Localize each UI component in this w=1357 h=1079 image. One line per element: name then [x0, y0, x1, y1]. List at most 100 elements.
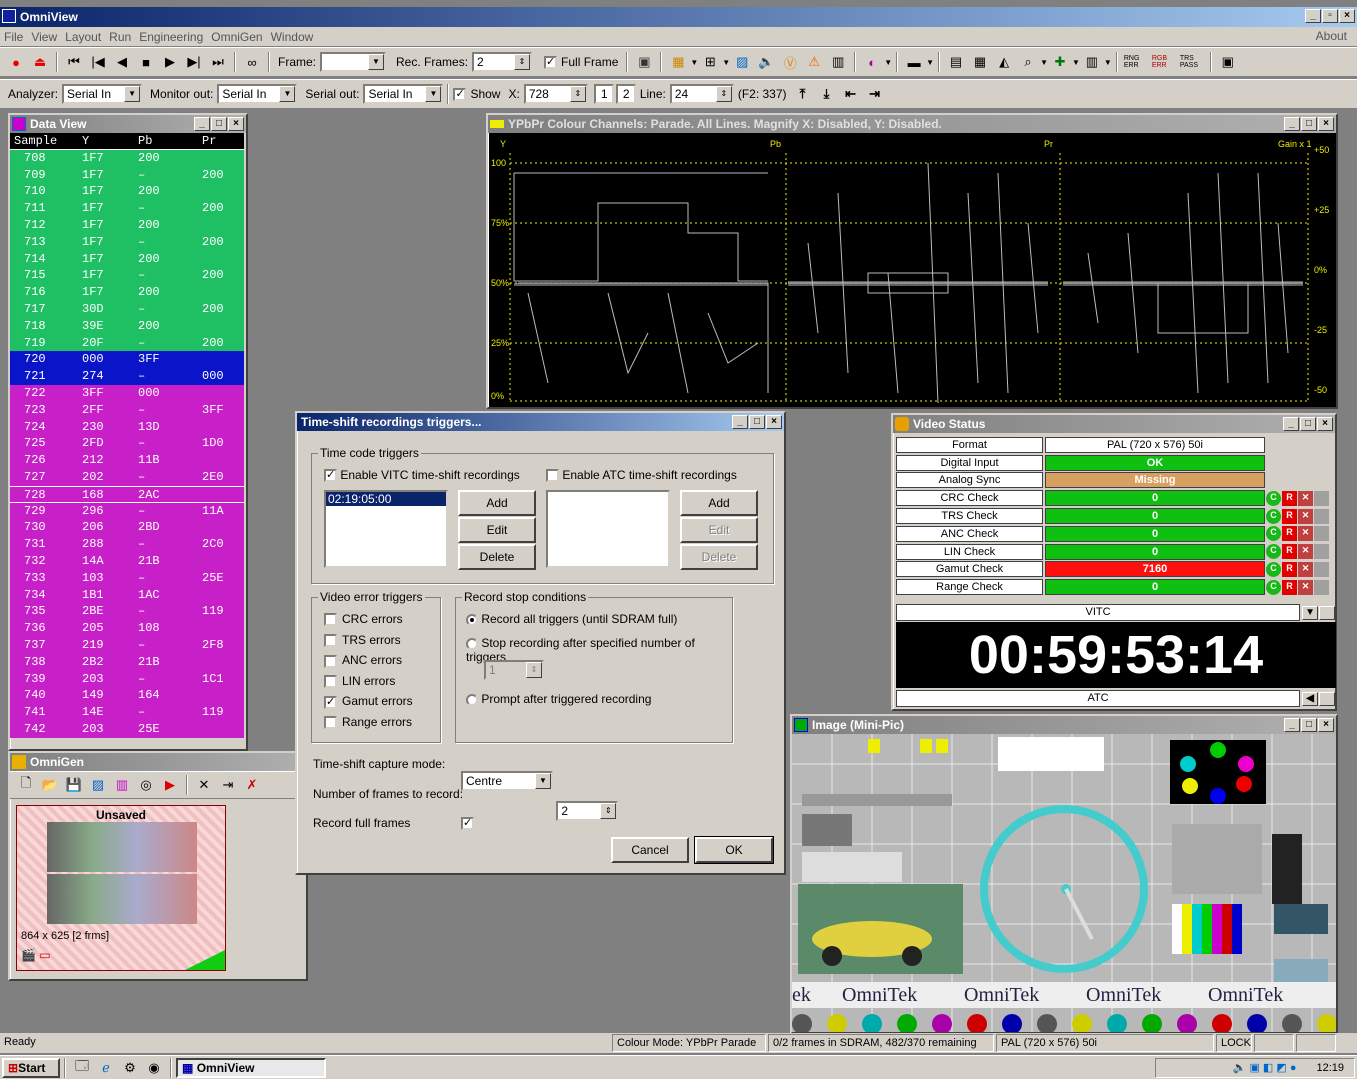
atc-prev-icon[interactable]: ◀ — [1302, 691, 1319, 706]
delete-icon[interactable]: ✕ — [194, 775, 214, 795]
vitc-add-button[interactable]: Add — [458, 490, 536, 516]
waveform-icon[interactable]: ▬ — [904, 52, 924, 72]
desktop-icon[interactable]: 🗔 — [72, 1058, 92, 1078]
rng-err-icon[interactable]: RNG ERR — [1124, 52, 1148, 72]
frame-select[interactable]: ▼ — [320, 52, 387, 72]
bars-icon[interactable]: ▦ — [970, 52, 990, 72]
clear-count-icon[interactable]: C — [1266, 561, 1281, 577]
table-row[interactable]: 736 205 108 — [10, 620, 244, 637]
menu-file[interactable]: File — [4, 30, 23, 44]
minimize-button[interactable]: _ — [1305, 9, 1321, 23]
about-menu[interactable]: About — [1316, 29, 1347, 43]
table-row[interactable]: 727 202–2E0 — [10, 468, 244, 486]
option-icon[interactable] — [1314, 508, 1329, 524]
line-stepper[interactable]: 24 ⇕ — [669, 84, 734, 104]
table-row[interactable]: 712 1F7 200 — [10, 216, 244, 234]
menu-window[interactable]: Window — [271, 30, 314, 44]
stop-icon[interactable]: ■ — [136, 52, 156, 72]
dv-maximize-button[interactable]: □ — [211, 117, 227, 131]
record-icon[interactable]: ● — [6, 52, 26, 72]
capture-icon[interactable]: ▣ — [634, 52, 654, 72]
vitc-delete-button[interactable]: Delete — [458, 544, 536, 570]
clear-count-icon[interactable]: C — [1266, 526, 1281, 542]
table-row[interactable]: 718 39E 200 — [10, 317, 244, 335]
table-row[interactable]: 725 2FD –1D0 — [10, 435, 244, 453]
table-row[interactable]: 732 14A 21B — [10, 552, 244, 570]
export-icon[interactable]: ⇥ — [218, 775, 238, 795]
audio-icon[interactable]: 🔈 — [756, 52, 776, 72]
trs-pass-icon[interactable]: TRS PASS — [1180, 52, 1204, 72]
table-row[interactable]: 730 206 2BD — [10, 519, 244, 537]
last-frame-icon[interactable]: ⏭ — [208, 52, 228, 72]
pattern-controls-icon[interactable]: 🎬 ▭ — [21, 948, 51, 962]
atc-checkbox[interactable] — [546, 469, 559, 483]
reset-icon[interactable]: R — [1282, 490, 1297, 506]
frames-stepper[interactable]: 2 ⇕ — [556, 801, 619, 821]
table-row[interactable]: 709 1F7–200 — [10, 166, 244, 184]
x-stepper[interactable]: 728 ⇕ — [523, 84, 588, 104]
reset-icon[interactable]: R — [1282, 508, 1297, 524]
table-row[interactable]: 711 1F7–200 — [10, 200, 244, 217]
record-all-radio[interactable] — [466, 613, 478, 626]
atc-list[interactable] — [546, 490, 670, 568]
zoom-icon[interactable]: ⌕ — [1018, 52, 1038, 72]
cancel-button[interactable]: Cancel — [611, 837, 689, 863]
capture-mode-select[interactable]: Centre ▼ — [461, 771, 553, 791]
trigger-count-stepper[interactable]: 1 ⇕ — [484, 660, 544, 680]
color-bars-icon[interactable]: ▥ — [112, 775, 132, 795]
record-trigger-icon[interactable]: ⏏ — [30, 52, 50, 72]
video-status-icon[interactable]: Ⓥ — [780, 52, 800, 72]
loop-icon[interactable]: ∞ — [242, 52, 262, 72]
atc-edit-button[interactable]: Edit — [680, 517, 758, 543]
error-checkbox[interactable] — [324, 716, 337, 730]
menu-layout[interactable]: Layout — [65, 30, 101, 44]
rgb-err-icon[interactable]: RGB ERR — [1152, 52, 1176, 72]
next-marker-icon[interactable]: ▶| — [184, 52, 204, 72]
tray-icons[interactable]: 🔈 ▣ ◧ ◩ ● — [1233, 1061, 1297, 1074]
atc-option-button[interactable] — [1319, 691, 1335, 706]
prompt-radio[interactable] — [466, 693, 478, 706]
restore-button[interactable]: ▫ — [1322, 9, 1338, 23]
option-icon[interactable] — [1314, 544, 1329, 560]
table-row[interactable]: 741 14E –119 — [10, 704, 244, 721]
table-row[interactable]: 733 103–25E — [10, 569, 244, 587]
stop-after-radio[interactable] — [466, 637, 478, 650]
clear-count-icon[interactable]: C — [1266, 544, 1281, 560]
first-frame-icon[interactable]: ⏮ — [64, 52, 84, 72]
table-row[interactable]: 721 274–000 — [10, 368, 244, 385]
vitc-list-item[interactable]: 02:19:05:00 — [326, 492, 446, 506]
close-button[interactable]: × — [1339, 9, 1355, 23]
dv-minimize-button[interactable]: _ — [194, 117, 210, 131]
vitc-list[interactable]: 02:19:05:00 — [324, 490, 448, 568]
error-checkbox[interactable] — [324, 633, 337, 647]
prev-marker-icon[interactable]: |◀ — [88, 52, 108, 72]
table-row[interactable]: 720 000 3FF — [10, 351, 244, 369]
new-file-icon[interactable]: 🗋 — [16, 775, 36, 795]
parade-minimize-button[interactable]: _ — [1284, 117, 1300, 131]
vitc-dropdown-icon[interactable]: ▼ — [1302, 605, 1319, 620]
data-view-icon[interactable]: ▥ — [828, 52, 848, 72]
pattern-icon[interactable]: ⊞ — [700, 52, 720, 72]
error-checkbox[interactable] — [324, 654, 337, 668]
top-line-icon[interactable]: ⤒ — [793, 84, 813, 104]
monitor-select[interactable]: Serial In ▼ — [217, 84, 298, 104]
graph-icon[interactable]: ◭ — [994, 52, 1014, 72]
reset-icon[interactable]: R — [1282, 561, 1297, 577]
atc-delete-button[interactable]: Delete — [680, 544, 758, 570]
menu-view[interactable]: View — [31, 30, 57, 44]
table-row[interactable]: 724 230 13D — [10, 418, 244, 436]
dv-close-button[interactable]: × — [228, 117, 244, 131]
menu-run[interactable]: Run — [109, 30, 131, 44]
table-row[interactable]: 742 203 25E — [10, 720, 244, 738]
img-maximize-button[interactable]: □ — [1301, 718, 1317, 732]
histogram-icon[interactable]: ▥ — [1082, 52, 1102, 72]
vitc-option-button[interactable] — [1319, 605, 1335, 620]
reset-icon[interactable]: R — [1282, 579, 1297, 595]
dialog-maximize-button[interactable]: □ — [749, 415, 765, 429]
table-row[interactable]: 734 1B1 1AC — [10, 586, 244, 604]
option-icon[interactable] — [1314, 526, 1329, 542]
save-icon[interactable]: 💾 — [64, 775, 84, 795]
table-row[interactable]: 715 1F7–200 — [10, 267, 244, 285]
generate-icon[interactable]: ▶ — [160, 775, 180, 795]
mute-icon[interactable]: ✕ — [1298, 508, 1313, 524]
